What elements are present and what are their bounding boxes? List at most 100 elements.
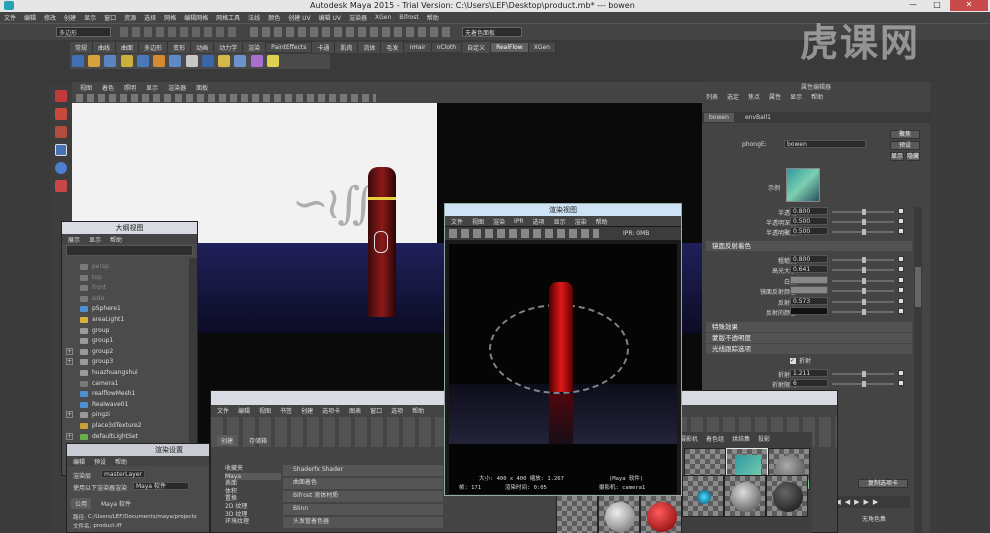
swatch-silver[interactable] xyxy=(724,475,766,517)
ae-scroll-thumb[interactable] xyxy=(915,267,921,307)
outliner-item[interactable]: camera1 xyxy=(62,379,186,390)
show-button[interactable]: 显示 xyxy=(890,152,904,161)
outliner-item[interactable]: Realwave01 xyxy=(62,400,186,411)
hypershade-menu-item[interactable]: 书签 xyxy=(280,406,292,415)
lasso-tool-icon[interactable] xyxy=(55,108,67,120)
outliner-item[interactable]: + group3 xyxy=(62,357,186,368)
swatch-grey[interactable] xyxy=(598,495,640,533)
minimize-button[interactable]: — xyxy=(902,0,924,11)
expand-toggle-icon[interactable]: + xyxy=(66,411,73,419)
viewport-icons[interactable] xyxy=(76,94,376,102)
snap-tools[interactable] xyxy=(250,27,450,37)
swatch-tab[interactable]: 摄影机 xyxy=(680,434,698,443)
outliner-item[interactable]: top xyxy=(62,273,186,284)
slider-knob[interactable] xyxy=(862,298,866,305)
shelf-tab[interactable]: 肌肉 xyxy=(335,42,359,53)
outliner-item[interactable]: side xyxy=(62,294,186,305)
main-menu-item[interactable]: 显示 xyxy=(84,13,96,22)
render-view-menu-item[interactable]: 渲染 xyxy=(493,217,505,226)
render-tools[interactable] xyxy=(449,229,599,238)
copy-tab-button[interactable]: 复制选项卡 xyxy=(858,479,908,488)
main-menu-item[interactable]: 资源 xyxy=(124,13,136,22)
render-settings-menu-item[interactable]: 编辑 xyxy=(73,457,85,466)
hypershade-category[interactable]: 表面 xyxy=(225,480,281,488)
hypershade-menu-item[interactable]: 窗口 xyxy=(370,406,382,415)
map-button-icon[interactable] xyxy=(898,266,904,273)
shelf-tab[interactable]: nCloth xyxy=(431,43,463,52)
map-button-icon[interactable] xyxy=(898,218,904,224)
hypershade-menu-item[interactable]: 帮助 xyxy=(412,406,424,415)
attr-value-field[interactable]: 0.500 xyxy=(790,227,828,235)
section-raytrace[interactable]: 光线跟踪选项 xyxy=(706,344,912,354)
ae-tab-envball[interactable]: envBall1 xyxy=(740,113,776,122)
attr-value-field[interactable]: 0.800 xyxy=(790,207,828,215)
shelf-realflow-icon-4[interactable] xyxy=(120,55,133,67)
main-menu-item[interactable]: 网格 xyxy=(164,13,176,22)
node-name-field[interactable]: bowen xyxy=(784,140,866,148)
attr-slider[interactable] xyxy=(832,267,894,274)
paint-tool-icon[interactable] xyxy=(55,126,67,138)
viewport-menu-item[interactable]: 渲染器 xyxy=(168,83,186,92)
swatch-red[interactable] xyxy=(640,495,682,533)
attr-value-field[interactable]: 0.641 xyxy=(790,265,828,274)
hypershade-category[interactable]: 2D 纹理 xyxy=(225,503,281,511)
tab-create[interactable]: 创建 xyxy=(217,435,238,446)
expand-toggle-icon[interactable]: + xyxy=(66,432,73,440)
attr-color-swatch[interactable] xyxy=(790,286,828,295)
outliner-item[interactable]: + defaultLightSet xyxy=(62,432,186,443)
shelf-realflow-icon-1[interactable] xyxy=(72,55,84,67)
ae-tab-bowen[interactable]: bowen xyxy=(704,113,734,122)
slider-knob[interactable] xyxy=(862,257,866,263)
render-settings-menu-item[interactable]: 预设 xyxy=(94,457,106,466)
shelf-realflow-icon-9[interactable] xyxy=(201,55,214,67)
viewport-menu-item[interactable]: 面板 xyxy=(196,83,208,92)
main-menu-item[interactable]: 帮助 xyxy=(427,13,439,22)
slider-knob[interactable] xyxy=(862,219,866,225)
section-special-effects[interactable]: 特殊效果 xyxy=(706,322,912,332)
shelf-tab[interactable]: 流体 xyxy=(358,42,382,53)
main-menu-item[interactable]: 编辑 UV xyxy=(319,13,341,22)
swatch-dark[interactable] xyxy=(766,475,808,517)
main-menu-item[interactable]: 修改 xyxy=(44,13,56,22)
preset-button[interactable]: 预设 xyxy=(890,141,920,150)
move-tool-icon[interactable] xyxy=(55,144,67,156)
swatch-tab[interactable]: 烘焙集 xyxy=(732,434,750,443)
viewport-menu-item[interactable]: 着色 xyxy=(102,83,114,92)
ae-menu-item[interactable]: 列表 xyxy=(706,92,718,101)
outliner-item[interactable]: place3dTexture2 xyxy=(62,421,186,432)
hypershade-category[interactable]: 环境纹理 xyxy=(225,518,281,526)
close-button[interactable]: ✕ xyxy=(950,0,988,11)
render-view-menu-item[interactable]: 视图 xyxy=(472,217,484,226)
shelf-realflow-icon-8[interactable] xyxy=(185,55,198,67)
outliner-item[interactable]: front xyxy=(62,283,186,294)
outliner-item[interactable]: persp xyxy=(62,262,186,273)
shelf-tab[interactable]: 变形 xyxy=(168,42,192,53)
main-menu-item[interactable]: 选择 xyxy=(144,13,156,22)
shelf-tab[interactable]: RealFlow xyxy=(491,43,529,52)
shelf-realflow-icon-6[interactable] xyxy=(153,55,166,67)
map-button-icon[interactable] xyxy=(898,208,904,214)
outliner-scrollbar[interactable] xyxy=(189,258,197,473)
section-specular[interactable]: 镜面反射着色 xyxy=(706,241,912,251)
mode-dropdown[interactable]: 多边形 xyxy=(56,27,111,37)
main-menu-item[interactable]: 编辑 xyxy=(24,13,36,22)
refraction-checkbox-row[interactable]: ✓ 折射 xyxy=(790,356,811,365)
attr-slider[interactable] xyxy=(832,257,894,263)
viewport-menu-item[interactable]: 照明 xyxy=(124,83,136,92)
shelf-realflow-icon-2[interactable] xyxy=(88,55,101,67)
shelf-realflow-icon-11[interactable] xyxy=(234,55,247,67)
hypershade-node-item[interactable]: Shaderfx Shader xyxy=(283,465,443,476)
shelf-realflow-icon-7[interactable] xyxy=(169,55,182,67)
main-menu-item[interactable]: 文件 xyxy=(4,13,16,22)
attr-value-field[interactable]: 0.500 xyxy=(790,217,828,225)
attr-slider[interactable] xyxy=(832,371,894,377)
ae-menu-item[interactable]: 焦点 xyxy=(748,92,760,101)
refraction-checkbox[interactable]: ✓ xyxy=(790,357,796,364)
render-settings-menu-item[interactable]: 帮助 xyxy=(115,457,127,466)
ae-menu-item[interactable]: 选定 xyxy=(727,92,739,101)
shelf-tab[interactable]: XGen xyxy=(528,43,556,52)
hypershade-node-item[interactable]: 头发管着色器 xyxy=(283,517,443,528)
expand-toggle-icon[interactable]: + xyxy=(66,347,73,355)
section-matte-opacity[interactable]: 蒙版不透明度 xyxy=(706,333,912,343)
render-layer-dropdown[interactable]: masterLayer xyxy=(101,470,145,478)
